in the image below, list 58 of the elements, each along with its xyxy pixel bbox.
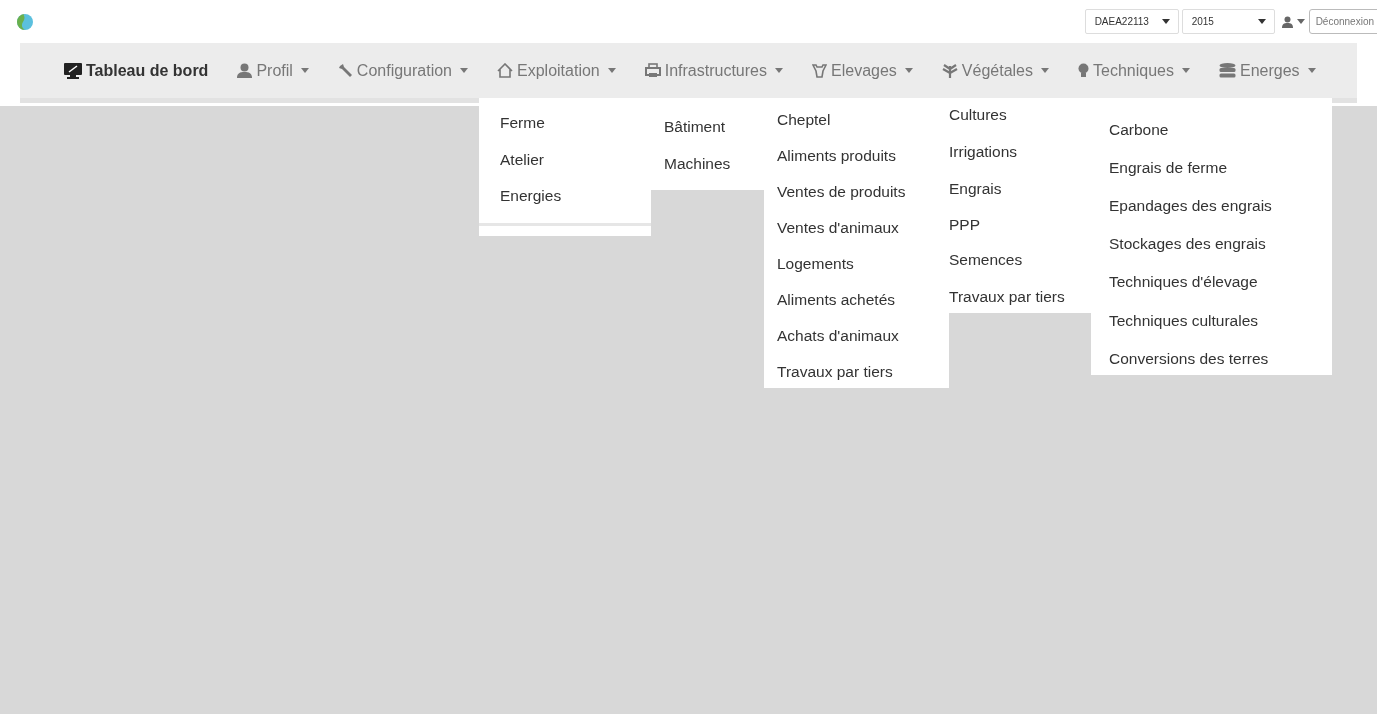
caret-icon <box>1041 68 1049 73</box>
menu-item[interactable]: Engrais <box>949 179 1002 199</box>
caret-icon <box>775 68 783 73</box>
user-icon[interactable] <box>1281 15 1293 28</box>
user-icon <box>237 63 253 78</box>
caret-icon <box>904 68 913 73</box>
printer-icon <box>644 63 661 78</box>
caret-icon <box>300 68 309 73</box>
caret-icon <box>1161 19 1170 24</box>
menu-item[interactable]: Carbone <box>1109 120 1169 140</box>
menu-item[interactable]: Aliments produits <box>777 146 896 166</box>
home-icon <box>497 63 513 78</box>
menu-item[interactable]: Logements <box>777 254 854 274</box>
nav-link[interactable]: Elevages <box>812 61 913 80</box>
logo-icon <box>16 12 34 31</box>
nav-link[interactable]: Végétales <box>941 61 1049 80</box>
menu-item[interactable]: Travaux par tiers <box>949 287 1065 307</box>
caret-icon <box>607 68 616 73</box>
database-icon <box>1218 63 1236 78</box>
menu-item[interactable]: Bâtiment <box>664 117 726 137</box>
caret-icon <box>1257 19 1266 24</box>
menu-item[interactable]: Ventes de produits <box>777 182 906 202</box>
menu-item[interactable]: Travaux par tiers <box>777 362 893 382</box>
nav-link[interactable]: Exploitation <box>497 61 616 80</box>
menu-item[interactable]: Conversions des terres <box>1109 349 1269 369</box>
menu-item[interactable]: Machines <box>664 154 731 174</box>
menu-item[interactable]: PPP <box>949 215 980 235</box>
menu-item[interactable]: Ventes d'animaux <box>777 218 899 238</box>
menu-item[interactable]: Irrigations <box>949 142 1018 162</box>
menu-item[interactable]: Aliments achetés <box>777 290 896 310</box>
caret-icon <box>460 68 468 73</box>
logout-button[interactable]: Déconnexion <box>1308 9 1377 34</box>
menu-item[interactable]: Epandages des engrais <box>1109 196 1272 216</box>
menu-item[interactable]: Semences <box>949 250 1023 270</box>
select-field[interactable]: DAEA22113 <box>1084 9 1179 34</box>
menu-item[interactable]: Achats d'animaux <box>777 326 899 346</box>
menu-item[interactable]: Cheptel <box>777 110 831 130</box>
nav-link[interactable]: Techniques <box>1078 61 1190 80</box>
nav-link[interactable]: Energes <box>1218 61 1316 80</box>
caret-icon <box>1307 68 1316 73</box>
menu-item[interactable]: Techniques culturales <box>1109 311 1259 331</box>
menu-item[interactable]: Atelier <box>500 150 544 170</box>
menu-item[interactable]: Stockages des engrais <box>1109 234 1266 254</box>
leaf-icon <box>941 63 958 78</box>
caret-icon <box>1296 19 1305 24</box>
caret-icon <box>1181 68 1190 73</box>
menu-item[interactable]: Cultures <box>949 105 1007 125</box>
nav-link[interactable]: Infrastructures <box>644 61 783 80</box>
monitor-icon <box>64 62 82 79</box>
nav-link[interactable]: Configuration <box>337 61 468 80</box>
lightbulb-icon <box>1078 62 1089 79</box>
menu-item[interactable]: Techniques d'élevage <box>1109 272 1258 292</box>
nav-link[interactable]: Tableau de bord <box>64 61 209 80</box>
nav-link[interactable]: Profil <box>237 61 309 80</box>
menu-item[interactable]: Ferme <box>500 113 545 133</box>
select-field[interactable]: 2015 <box>1181 9 1275 34</box>
menu-item[interactable]: Engrais de ferme <box>1109 158 1228 178</box>
menu-item[interactable]: Energies <box>500 186 562 206</box>
